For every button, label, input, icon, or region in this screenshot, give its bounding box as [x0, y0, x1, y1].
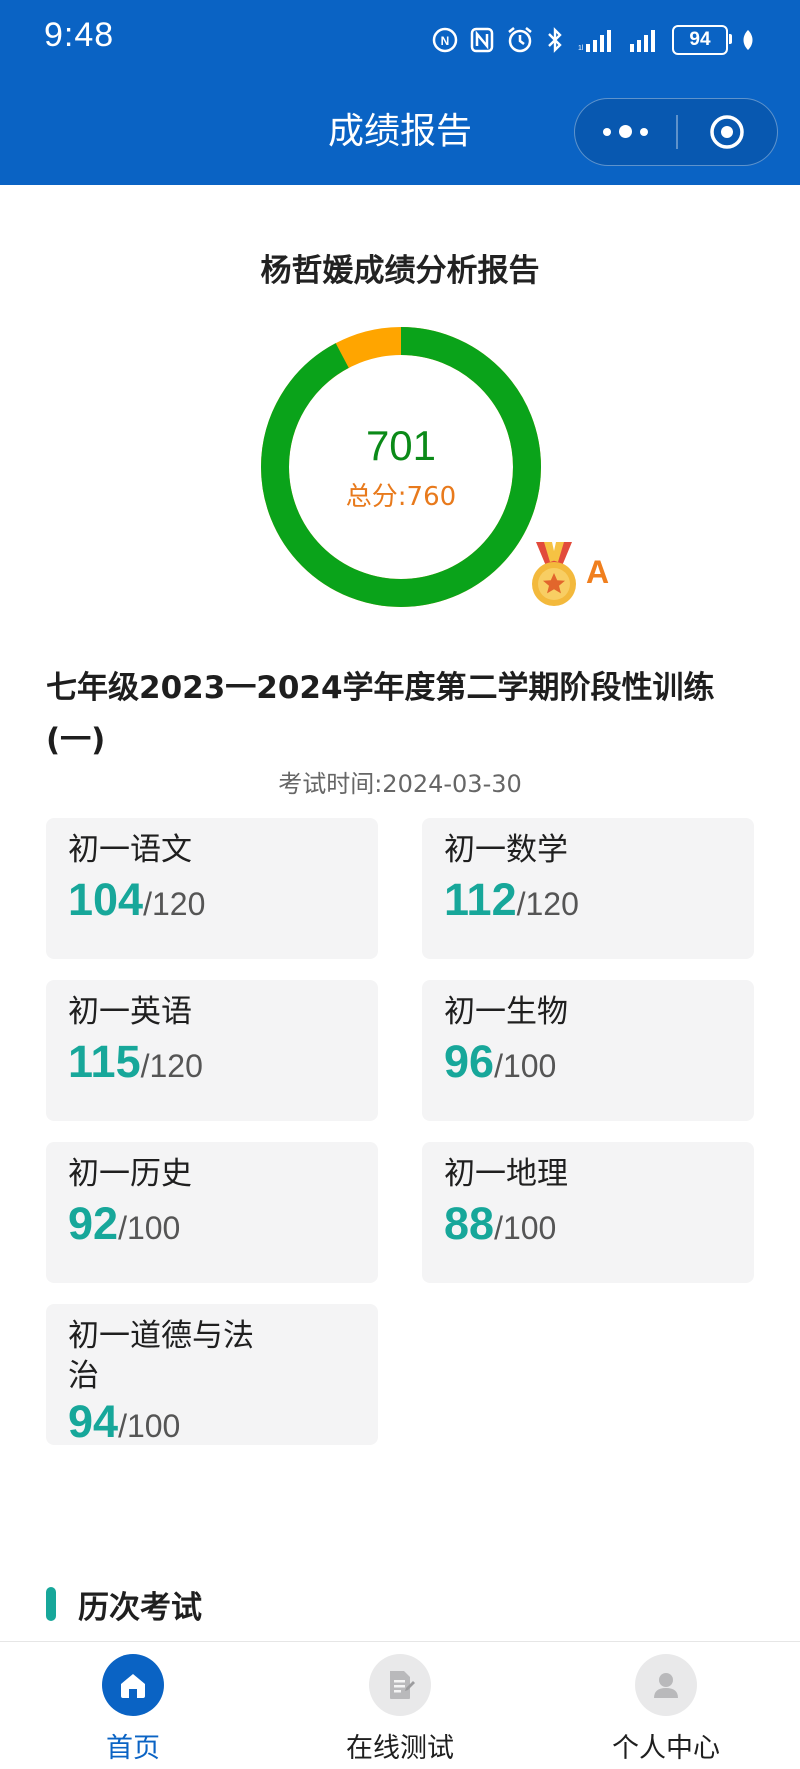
total-score: 701	[365, 422, 437, 469]
subject-score-value: 88	[444, 1198, 495, 1249]
battery-icon: 94	[672, 25, 732, 55]
grade-badge: A	[586, 554, 610, 590]
subject-full-score: 120	[151, 886, 206, 922]
subject-card-history[interactable]: 初一历史 92/100	[46, 1142, 378, 1283]
report-title: 杨哲媛成绩分析报告	[260, 253, 540, 289]
subject-score: 104/120	[68, 874, 206, 925]
status-time: 9:48	[44, 16, 115, 54]
medal-icon	[524, 540, 584, 608]
subject-score-value: 112	[444, 874, 517, 925]
top-bar: 9:48 N 1l 94 成绩报告	[0, 0, 800, 185]
subject-name: 初一语文	[68, 832, 192, 868]
subject-score-value: 96	[444, 1036, 495, 1087]
subject-full-score: 100	[502, 1210, 557, 1246]
bluetooth-icon	[546, 26, 564, 54]
subject-name: 初一地理	[444, 1156, 568, 1192]
target-circle-icon[interactable]	[677, 99, 777, 164]
signal-icon	[628, 28, 660, 52]
subject-score: 96/100	[444, 1036, 557, 1087]
battery-level: 94	[689, 29, 711, 50]
subject-card-biology[interactable]: 初一生物 96/100	[422, 980, 754, 1121]
subject-score: 92/100	[68, 1198, 181, 1249]
tab-profile[interactable]: 个人中心	[566, 1642, 766, 1769]
exam-date: 2024-03-30	[382, 770, 522, 798]
subject-score-value: 92	[68, 1198, 119, 1249]
exam-date-row: 考试时间:2024-03-30	[0, 764, 800, 799]
signal-icon: 1l	[576, 28, 616, 52]
subject-score: 115/120	[68, 1036, 203, 1087]
subject-card-geography[interactable]: 初一地理 88/100	[422, 1142, 754, 1283]
more-dots-icon[interactable]	[575, 99, 675, 164]
history-title: 历次考试	[78, 1589, 202, 1626]
subject-score: 94/100	[68, 1396, 181, 1445]
mini-program-capsule	[574, 98, 778, 166]
subject-full-score: 120	[149, 1048, 203, 1084]
tab-home[interactable]: 首页	[33, 1642, 233, 1769]
history-section-header: 历次考试	[46, 1584, 202, 1626]
subject-full-score: 100	[126, 1210, 181, 1246]
user-icon	[635, 1654, 697, 1716]
subject-score-value: 104	[68, 874, 144, 925]
subject-name: 初一道德与法治	[68, 1318, 254, 1394]
subject-full-score: 100	[126, 1408, 181, 1444]
tab-label: 在线测试	[346, 1733, 454, 1764]
nfc-icon: N	[432, 27, 458, 53]
subject-card-math[interactable]: 初一数学 112/120	[422, 818, 754, 959]
tab-label: 个人中心	[612, 1733, 720, 1764]
subject-name: 初一历史	[68, 1156, 192, 1192]
subject-score: 112/120	[444, 874, 579, 925]
tab-online-test[interactable]: 在线测试	[300, 1642, 500, 1769]
score-donut: 701 总分:760	[260, 326, 542, 608]
nfc-n-icon	[470, 27, 494, 53]
subject-score: 88/100	[444, 1198, 557, 1249]
subject-name: 初一英语	[68, 994, 192, 1030]
svg-text:1l: 1l	[578, 45, 584, 52]
exam-date-label: 考试时间:	[278, 770, 383, 798]
subject-card-ethics-law[interactable]: 初一道德与法治 94/100	[46, 1304, 378, 1445]
exam-name: 七年级2023一2024学年度第二学期阶段性训练(一)	[46, 670, 715, 758]
bottom-tab-bar: 首页 在线测试 个人中心	[0, 1641, 800, 1769]
alarm-icon	[506, 26, 534, 54]
leaf-icon	[740, 28, 756, 52]
subject-full-score: 100	[502, 1048, 557, 1084]
subject-name: 初一数学	[444, 832, 568, 868]
svg-text:N: N	[441, 34, 450, 48]
subject-card-english[interactable]: 初一英语 115/120	[46, 980, 378, 1121]
full-score-label: 总分:760	[345, 482, 457, 512]
subject-full-score: 120	[525, 886, 579, 922]
home-icon	[102, 1654, 164, 1716]
subject-name: 初一生物	[444, 994, 568, 1030]
tab-label: 首页	[106, 1733, 160, 1764]
test-paper-icon	[369, 1654, 431, 1716]
status-icons: N 1l 94	[432, 22, 756, 58]
subject-score-value: 115	[68, 1036, 141, 1087]
subject-score-value: 94	[68, 1396, 119, 1445]
section-accent-bar	[46, 1587, 56, 1621]
subject-card-chinese[interactable]: 初一语文 104/120	[46, 818, 378, 959]
